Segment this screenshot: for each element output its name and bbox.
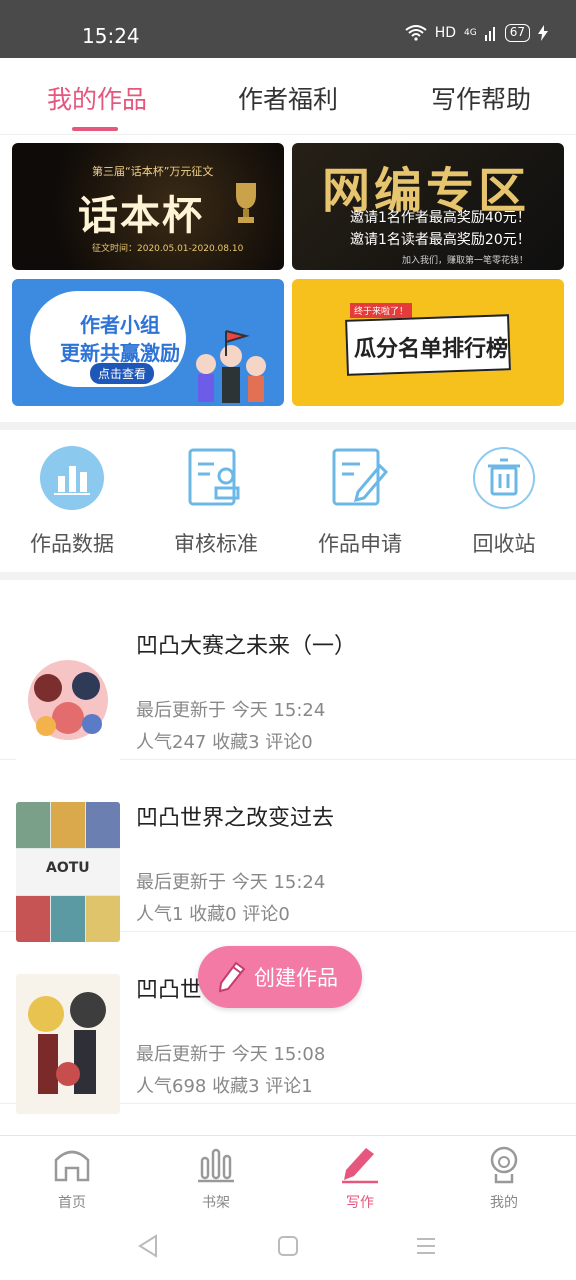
banner-line: 邀请1名读者最高奖励20元！ (350, 232, 531, 248)
review-document-icon (188, 448, 240, 506)
work-title: 凹凸世界之改变过去 (136, 806, 335, 831)
work-stats: 人气247 收藏3 评论0 (136, 732, 313, 753)
wifi-icon (405, 25, 427, 41)
banner-line: 邀请1名作者最高奖励40元！ (350, 210, 531, 226)
signal-bars-icon (484, 27, 495, 41)
work-title: 凹凸世 (136, 978, 203, 1003)
pen-icon (342, 1148, 378, 1184)
work-stats: 人气1 收藏0 评论0 (136, 904, 290, 925)
nav-label: 我的 (490, 1195, 518, 1211)
shortcut-label: 作品申请 (318, 532, 402, 556)
banner-editor-zone[interactable]: 网编专区 邀请1名作者最高奖励40元！ 邀请1名读者最高奖励20元！ 加入我们，… (292, 143, 564, 270)
create-work-label: 创建作品 (254, 966, 338, 990)
cover-title-text: AOTU (46, 860, 90, 876)
shortcut-label: 回收站 (472, 532, 536, 556)
shortcut-review-standard[interactable]: 审核标准 (161, 446, 271, 558)
work-cover (16, 974, 120, 1114)
tab-my-works[interactable]: 我的作品 (47, 80, 147, 116)
bottom-nav: 首页 书架 写作 我的 (0, 1135, 576, 1215)
shortcut-label: 审核标准 (174, 532, 258, 556)
shortcut-label: 作品数据 (30, 532, 114, 556)
divider (0, 572, 576, 580)
banner-ranking[interactable]: 终于来啦了！ 瓜分名单排行榜 (292, 279, 564, 406)
nav-label: 首页 (58, 1195, 86, 1211)
banner-tag: 终于来啦了！ (350, 303, 413, 318)
system-nav-bar (0, 1216, 576, 1280)
banner-grid: 第三届“话本杯”万元征文 话本杯 征文时间：2020.05.01-2020.08… (12, 143, 564, 408)
work-title: 凹凸大赛之未来（一） (136, 634, 357, 659)
banner-title: 话本杯 (78, 192, 204, 239)
charging-icon (538, 25, 548, 41)
battery-indicator: 67 (504, 24, 530, 42)
work-item[interactable]: 凹凸大赛之未来（一） 最后更新于 今天 15:24 人气247 收藏3 评论0 (0, 588, 576, 770)
bookshelf-icon (198, 1148, 234, 1183)
nav-label: 写作 (346, 1195, 374, 1211)
work-updated: 最后更新于 今天 15:08 (136, 1044, 326, 1065)
nav-write[interactable]: 写作 (320, 1144, 400, 1212)
tab-author-benefits[interactable]: 作者福利 (238, 80, 338, 116)
profile-icon (490, 1146, 518, 1184)
banner-subtitle: 更新共赢激励 (60, 341, 180, 365)
shortcut-recycle-bin[interactable]: 回收站 (449, 446, 559, 558)
work-updated: 最后更新于 今天 15:24 (136, 700, 326, 721)
bar-chart-icon (40, 446, 104, 510)
shortcut-work-apply[interactable]: 作品申请 (305, 446, 415, 558)
banner-subtitle: 第三届“话本杯”万元征文 (92, 165, 214, 178)
home-icon (54, 1150, 90, 1182)
trash-icon (473, 447, 535, 509)
back-icon[interactable] (136, 1234, 160, 1258)
work-cover (16, 630, 120, 770)
shortcut-row: 作品数据 审核标准 作品申请 回收站 (0, 430, 576, 572)
cover-illustration (16, 630, 120, 770)
banner-line: 加入我们，赚取第一笔零花钱！ (402, 256, 529, 266)
status-bar: 15:24 HD 4G 67 (0, 0, 576, 58)
work-cover: AOTU (16, 802, 120, 942)
nav-label: 书架 (202, 1195, 230, 1211)
status-time: 15:24 (82, 24, 140, 48)
banner-title: 作者小组 (80, 313, 160, 337)
trophy-icon (236, 183, 256, 223)
top-tabs: 我的作品 作者福利 写作帮助 (0, 58, 576, 135)
work-updated: 最后更新于 今天 15:24 (136, 872, 326, 893)
cover-illustration (16, 974, 120, 1114)
edit-document-icon (332, 448, 389, 506)
signal-label: 4G (464, 28, 477, 38)
home-square-icon[interactable] (276, 1234, 300, 1258)
status-icons: HD 4G 67 (405, 24, 548, 42)
active-tab-indicator (72, 127, 118, 131)
tab-writing-help[interactable]: 写作帮助 (431, 80, 531, 116)
work-item[interactable]: AOTU 凹凸世界之改变过去 最后更新于 今天 15:24 人气1 收藏0 评论… (0, 760, 576, 942)
banner-author-group[interactable]: 作者小组 更新共赢激励 点击查看 (12, 279, 284, 406)
nav-profile[interactable]: 我的 (464, 1144, 544, 1212)
banner-date: 征文时间：2020.05.01-2020.08.10 (92, 244, 244, 254)
banner-title: 瓜分名单排行榜 (354, 337, 509, 362)
create-work-button[interactable]: 创建作品 (198, 946, 362, 1008)
nav-bookshelf[interactable]: 书架 (176, 1144, 256, 1212)
shortcut-work-data[interactable]: 作品数据 (17, 446, 127, 558)
network-label: HD (434, 25, 457, 41)
divider (0, 422, 576, 430)
banner-view-button[interactable]: 点击查看 (90, 363, 155, 384)
menu-icon[interactable] (414, 1234, 438, 1258)
pencil-icon (218, 961, 246, 993)
banner-huaben-contest[interactable]: 第三届“话本杯”万元征文 话本杯 征文时间：2020.05.01-2020.08… (12, 143, 284, 270)
work-stats: 人气698 收藏3 评论1 (136, 1076, 313, 1097)
group-characters-illustration (196, 330, 266, 403)
nav-home[interactable]: 首页 (32, 1144, 112, 1212)
